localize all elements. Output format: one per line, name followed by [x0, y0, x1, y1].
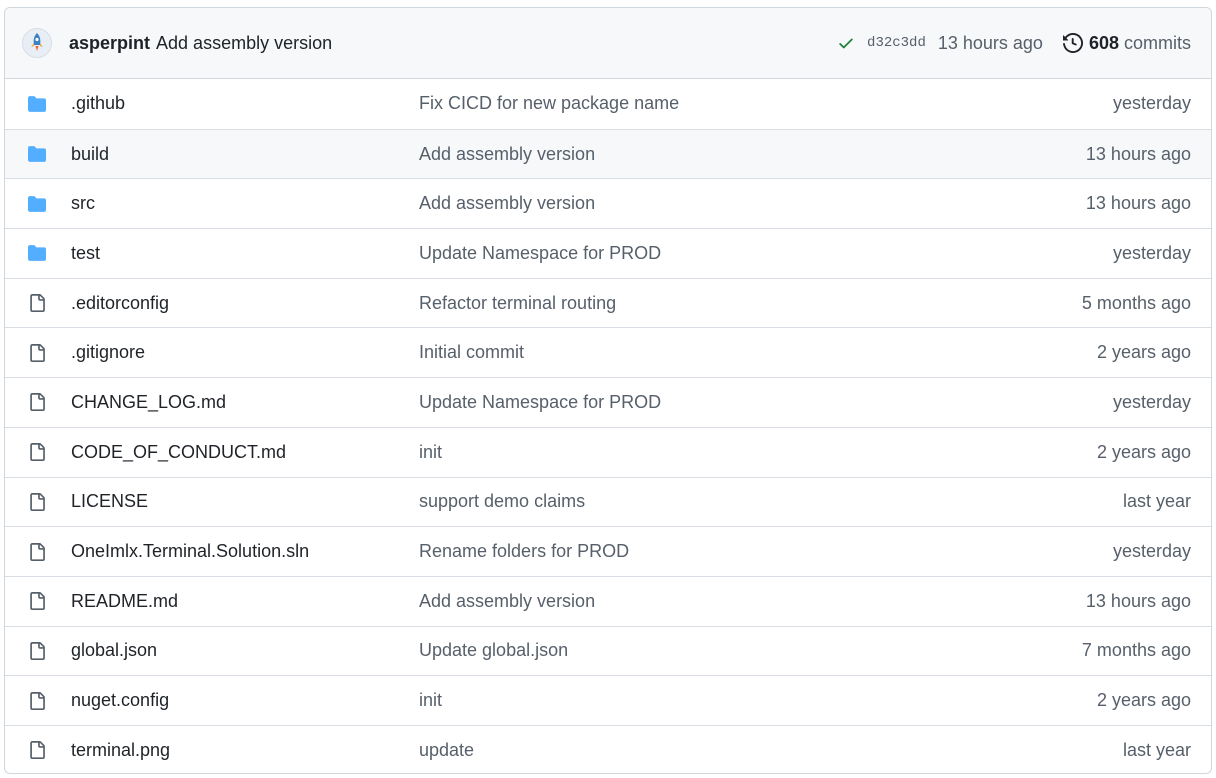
file-name-link[interactable]: OneImlx.Terminal.Solution.sln [71, 541, 419, 562]
file-commit-message-link[interactable]: Update global.json [419, 640, 1082, 661]
folder-icon [25, 244, 49, 262]
file-row[interactable]: LICENSE support demo claims last year [5, 476, 1211, 527]
file-icon [25, 690, 49, 712]
file-row[interactable]: build Add assembly version 13 hours ago [5, 128, 1211, 179]
file-icon [25, 391, 49, 413]
file-row[interactable]: global.json Update global.json 7 months ag… [5, 625, 1211, 676]
file-name-link[interactable]: README.md [71, 591, 419, 612]
file-commit-age: 7 months ago [1081, 640, 1191, 661]
file-commit-message-link[interactable]: init [419, 690, 1097, 711]
commit-message[interactable]: Add assembly version [156, 33, 332, 54]
file-name-link[interactable]: .gitignore [71, 342, 419, 363]
commits-link[interactable]: 608 commits [1062, 32, 1191, 54]
file-commit-age: last year [1122, 739, 1191, 760]
file-icon [25, 640, 49, 662]
file-commit-message-link[interactable]: Refactor terminal routing [419, 293, 1082, 314]
file-name-link[interactable]: .github [71, 93, 419, 114]
file-commit-age: 13 hours ago [1085, 143, 1191, 164]
file-commit-age: yesterday [1112, 541, 1191, 562]
file-commit-age: 5 months ago [1081, 292, 1191, 313]
file-commit-age: 2 years ago [1096, 441, 1191, 462]
file-commit-message-link[interactable]: Fix CICD for new package name [419, 93, 1113, 114]
file-icon [25, 441, 49, 463]
file-name-link[interactable]: src [71, 193, 419, 214]
file-row[interactable]: CHANGE_LOG.md Update Namespace for PROD ye… [5, 377, 1211, 427]
commit-count: 608 [1088, 32, 1119, 53]
check-icon[interactable] [837, 34, 855, 52]
file-icon [25, 541, 49, 563]
file-name-link[interactable]: nuget.config [71, 690, 419, 711]
file-commit-age: yesterday [1112, 242, 1191, 263]
file-name-link[interactable]: global.json [71, 640, 419, 661]
file-browser: asperpint Add assembly version d32c3dd 1… [4, 7, 1212, 774]
file-icon [25, 292, 49, 314]
file-commit-message-link[interactable]: init [419, 442, 1097, 463]
file-name-link[interactable]: CHANGE_LOG.md [71, 392, 419, 413]
file-commit-age: last year [1122, 491, 1191, 512]
file-row[interactable]: CODE_OF_CONDUCT.md init 2 years ago [5, 426, 1211, 477]
file-commit-age: 2 years ago [1096, 690, 1191, 711]
history-icon [1062, 33, 1083, 53]
file-commit-age: 2 years ago [1096, 342, 1191, 363]
file-row[interactable]: nuget.config init 2 years ago [5, 675, 1211, 725]
file-icon [25, 342, 49, 364]
file-commit-age: yesterday [1112, 391, 1191, 412]
file-row[interactable]: .github Fix CICD for new package name yest… [5, 79, 1211, 129]
file-icon [25, 590, 49, 612]
file-commit-message-link[interactable]: Initial commit [419, 342, 1097, 363]
file-commit-message-link[interactable]: support demo claims [419, 491, 1123, 512]
file-name-link[interactable]: build [71, 144, 419, 165]
file-name-link[interactable]: terminal.png [71, 740, 419, 761]
avatar[interactable] [22, 28, 52, 58]
file-row[interactable]: OneImlx.Terminal.Solution.sln Rename fold… [5, 526, 1211, 576]
file-name-link[interactable]: CODE_OF_CONDUCT.md [71, 442, 419, 463]
file-icon [25, 739, 49, 761]
file-row[interactable]: src Add assembly version 13 hours ago [5, 178, 1211, 228]
commit-count-label: commits [1124, 32, 1191, 53]
file-name-link[interactable]: test [71, 243, 419, 264]
file-commit-message-link[interactable]: Update Namespace for PROD [419, 243, 1113, 264]
folder-icon [25, 95, 49, 113]
rocket-icon [31, 33, 43, 51]
file-commit-message-link[interactable]: Add assembly version [419, 591, 1086, 612]
folder-icon [25, 145, 49, 163]
file-row[interactable]: .editorconfig Refactor terminal routing 5 … [5, 277, 1211, 328]
file-commit-age: 13 hours ago [1085, 590, 1191, 611]
file-name-link[interactable]: .editorconfig [71, 293, 419, 314]
file-commit-message-link[interactable]: Add assembly version [419, 144, 1086, 165]
file-icon [25, 491, 49, 513]
file-commit-age: yesterday [1112, 93, 1191, 114]
file-commit-message-link[interactable]: update [419, 740, 1123, 761]
file-row[interactable]: test Update Namespace for PROD yesterday [5, 228, 1211, 278]
file-row[interactable]: terminal.png update last year [5, 724, 1211, 773]
commit-sha[interactable]: d32c3dd [867, 35, 926, 51]
file-commit-age: 13 hours ago [1085, 193, 1191, 214]
file-row[interactable]: .gitignore Initial commit 2 years ago [5, 327, 1211, 377]
commit-time: 13 hours ago [937, 32, 1043, 53]
file-commit-message-link[interactable]: Add assembly version [419, 193, 1086, 214]
latest-commit-bar: asperpint Add assembly version d32c3dd 1… [5, 8, 1211, 79]
file-list: .github Fix CICD for new package name yest… [5, 79, 1211, 773]
commit-author[interactable]: asperpint [69, 33, 150, 54]
folder-icon [25, 195, 49, 213]
file-commit-message-link[interactable]: Rename folders for PROD [419, 541, 1113, 562]
file-name-link[interactable]: LICENSE [71, 491, 419, 512]
file-row[interactable]: README.md Add assembly version 13 hours ag… [5, 575, 1211, 626]
file-commit-message-link[interactable]: Update Namespace for PROD [419, 392, 1113, 413]
